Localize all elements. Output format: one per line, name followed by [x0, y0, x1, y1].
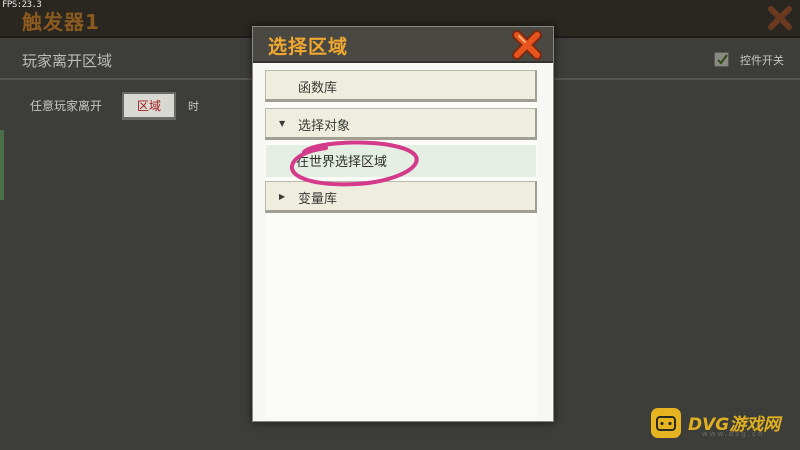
list-item-label: 选择对象 [298, 119, 351, 134]
check-icon [717, 54, 728, 65]
region-button-label: 区域 [136, 99, 161, 113]
region-button[interactable]: 区域 [122, 92, 176, 120]
watermark-logo-icon [651, 408, 681, 438]
watermark-url: www.dvg.cn [702, 430, 765, 438]
condition-suffix: 时 [188, 100, 199, 113]
subitem-select-region-in-world[interactable]: 在世界选择区域 [266, 145, 536, 177]
list-item-variable-library[interactable]: ▶ 变量库 [265, 181, 537, 213]
condition-label: 任意玩家离开 [30, 99, 103, 113]
triangle-right-icon: ▶ [279, 192, 286, 201]
list-item-function-library[interactable]: 函数库 [265, 70, 537, 102]
subitem-label: 在世界选择区域 [296, 155, 388, 170]
dialog-title: 选择区域 [268, 36, 349, 58]
close-x-icon[interactable] [511, 29, 543, 61]
background-close-icon[interactable] [766, 4, 794, 32]
list-item-select-object[interactable]: ▼ 选择对象 [265, 108, 537, 140]
background-window-title: 触发器1 [22, 10, 100, 34]
control-toggle-checkbox[interactable] [714, 52, 729, 67]
section-title: 玩家离开区域 [22, 52, 113, 70]
list-item-label: 变量库 [298, 192, 338, 207]
left-edge-accent [0, 130, 4, 200]
control-toggle-label: 控件开关 [740, 54, 784, 67]
list-item-label: 函数库 [298, 81, 338, 96]
dialog-header: 选择区域 [253, 27, 553, 63]
triangle-down-icon: ▼ [279, 119, 286, 128]
